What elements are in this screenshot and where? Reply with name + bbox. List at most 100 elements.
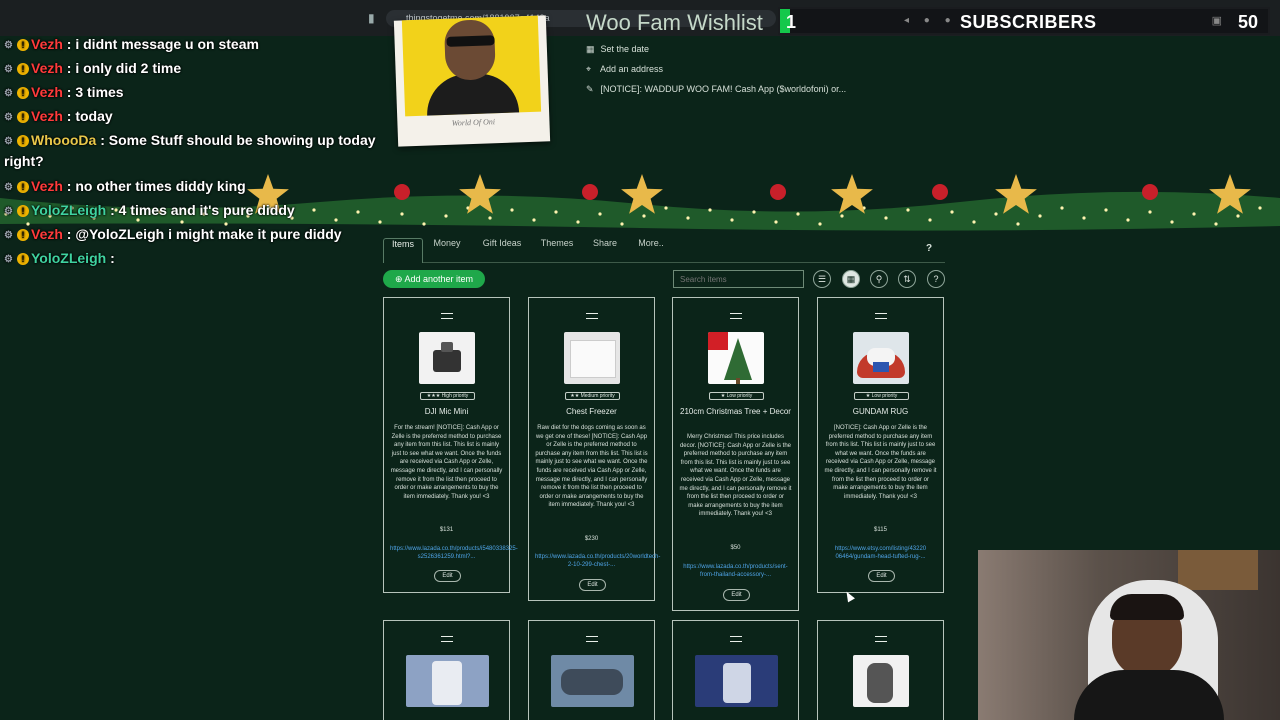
edit-button[interactable]: Edit <box>579 579 606 591</box>
drag-handle-icon[interactable] <box>875 313 887 319</box>
wishlist-tabs: Items Money Gift Ideas Themes Share More… <box>383 238 945 263</box>
chat-message: ⚙! Vezh : no other times diddy king <box>4 178 246 194</box>
garland-light <box>620 222 624 226</box>
garland-light <box>994 212 998 216</box>
garland-light <box>752 210 756 214</box>
chat-badge-icon: ! <box>17 205 29 217</box>
garland-light <box>818 222 822 226</box>
garland-ornament <box>582 184 598 200</box>
chat-username[interactable]: Vezh <box>31 178 63 194</box>
tab-more[interactable]: More.. <box>631 238 671 262</box>
tab-items[interactable]: Items <box>383 238 423 263</box>
moderator-icon: ⚙ <box>4 136 13 147</box>
edit-button[interactable]: Edit <box>434 570 461 582</box>
garland-light <box>1258 206 1262 210</box>
item-thumbnail[interactable] <box>419 332 475 384</box>
subscriber-goal: 50 <box>1237 12 1258 32</box>
chat-badge-icon: ! <box>17 253 29 265</box>
drag-handle-icon[interactable] <box>730 636 742 642</box>
wishlist-notice[interactable]: ✎ [NOTICE]: WADDUP WOO FAM! Cash App ($w… <box>586 84 846 95</box>
chat-text: : no other times diddy king <box>62 178 246 194</box>
garland-light <box>1214 222 1218 226</box>
webcam-person-hair <box>1110 594 1184 620</box>
item-thumbnail[interactable] <box>406 655 489 707</box>
calendar-icon: ▦ <box>586 44 595 54</box>
search-items-input[interactable] <box>673 270 804 288</box>
drag-handle-icon[interactable] <box>875 636 887 642</box>
moderator-icon: ⚙ <box>4 64 13 75</box>
chat-username[interactable]: Vezh <box>31 60 63 76</box>
garland-light <box>1126 218 1130 222</box>
priority-badge: ★★ Medium priority <box>565 392 620 400</box>
webcam-shelf <box>1178 550 1258 590</box>
garland-light <box>532 218 536 222</box>
chat-username[interactable]: Vezh <box>31 36 63 52</box>
chat-badge-icon: ! <box>17 87 29 99</box>
chat-text: : i didnt message u on steam <box>62 36 259 52</box>
priority-label: Low priority <box>726 393 753 399</box>
garland-light <box>1038 214 1042 218</box>
drag-handle-icon[interactable] <box>586 313 598 319</box>
item-card[interactable]: ★ Low priority GUNDAM RUG [NOTICE]: Cash… <box>817 297 944 593</box>
item-link[interactable]: https://www.lazada.co.th/products/sent-f… <box>679 563 792 579</box>
item-thumbnail[interactable] <box>853 655 909 707</box>
drag-handle-icon[interactable] <box>441 313 453 319</box>
sort-icon[interactable]: ⇅ <box>898 270 916 288</box>
add-item-label: Add another item <box>404 274 474 284</box>
item-price: $230 <box>584 536 599 542</box>
pencil-icon: ✎ <box>586 84 594 94</box>
item-link[interactable]: https://www.etsy.com/listing/43220 06464… <box>824 545 937 561</box>
add-item-button[interactable]: ⊕ Add another item <box>383 270 485 288</box>
item-thumbnail[interactable] <box>551 655 634 707</box>
chat-badge-icon: ! <box>17 39 29 51</box>
item-price: $131 <box>439 527 454 533</box>
item-link[interactable]: https://www.lazada.co.th/products/20worl… <box>535 553 660 569</box>
item-card[interactable]: ★★ Medium priority Chest Freezer Raw die… <box>528 297 660 601</box>
chat-text: : <box>106 250 115 266</box>
chat-username[interactable]: YoloZLeigh <box>31 250 106 266</box>
tree-view-icon[interactable]: ⚲ <box>870 270 888 288</box>
add-address-link[interactable]: ⌖ Add an address <box>586 64 663 75</box>
chat-username[interactable]: Vezh <box>31 226 63 242</box>
item-link[interactable]: https://www.lazada.co.th/products/i54803… <box>390 545 518 561</box>
list-view-icon[interactable]: ☰ <box>813 270 831 288</box>
edit-button[interactable]: Edit <box>723 589 750 601</box>
edit-button[interactable]: Edit <box>868 570 895 582</box>
wishlist-cover-photo[interactable]: World Of Oni <box>393 15 551 147</box>
help-icon[interactable]: ? <box>926 243 932 254</box>
chat-text: right? <box>4 153 44 169</box>
item-thumbnail[interactable] <box>708 332 764 384</box>
toolbar-help-icon[interactable]: ? <box>927 270 945 288</box>
item-card[interactable]: ★★★ High priority DJI Mic Mini For the s… <box>383 297 518 593</box>
item-card[interactable] <box>817 620 944 720</box>
chat-username[interactable]: YoloZLeigh <box>31 202 106 218</box>
chat-username[interactable]: Vezh <box>31 84 63 100</box>
add-address-label: Add an address <box>600 64 664 74</box>
drag-handle-icon[interactable] <box>441 636 453 642</box>
tab-themes[interactable]: Themes <box>535 238 579 262</box>
item-card[interactable]: ★ Low priority 210cm Christmas Tree + De… <box>672 297 799 611</box>
tab-gift-ideas[interactable]: Gift Ideas <box>477 238 527 262</box>
item-thumbnail[interactable] <box>564 332 620 384</box>
moderator-icon: ⚙ <box>4 206 13 217</box>
item-thumbnail[interactable] <box>695 655 778 707</box>
item-thumbnail[interactable] <box>853 332 909 384</box>
item-card[interactable] <box>383 620 510 720</box>
tab-money[interactable]: Money <box>427 238 467 262</box>
item-card[interactable] <box>528 620 655 720</box>
tab-share[interactable]: Share <box>587 238 623 262</box>
drag-handle-icon[interactable] <box>586 636 598 642</box>
grid-view-icon[interactable]: ▦ <box>842 270 860 288</box>
item-card[interactable] <box>672 620 799 720</box>
priority-label: Low priority <box>871 393 898 399</box>
chat-username[interactable]: Vezh <box>31 108 63 124</box>
set-date-link[interactable]: ▦ Set the date <box>586 44 649 55</box>
priority-badge: ★ Low priority <box>709 392 764 400</box>
chat-badge-icon: ! <box>17 181 29 193</box>
chat-username[interactable]: WhoooDa <box>31 132 96 148</box>
priority-label: High priority <box>441 393 469 399</box>
garland-light <box>972 220 976 224</box>
location-pin-icon: ⌖ <box>586 64 592 74</box>
drag-handle-icon[interactable] <box>730 313 742 319</box>
priority-stars: ★★ <box>570 393 580 399</box>
